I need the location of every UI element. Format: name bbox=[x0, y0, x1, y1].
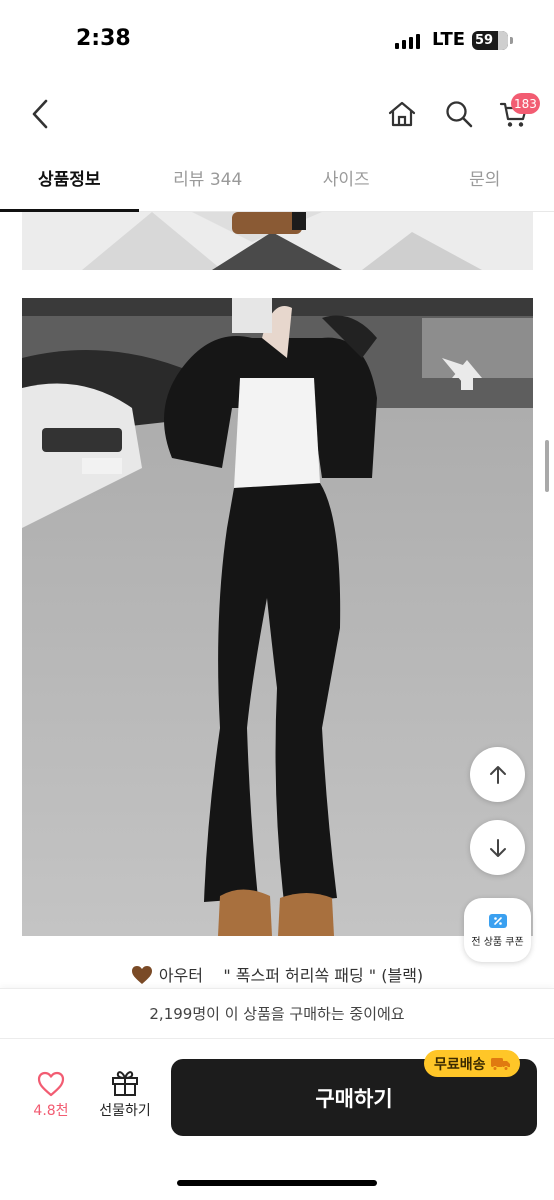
truck-icon bbox=[490, 1057, 510, 1071]
status-bar: 2:38 LTE 59 bbox=[0, 0, 554, 84]
battery-icon: 59 bbox=[472, 31, 508, 50]
cart-count-badge: 183 bbox=[511, 93, 540, 114]
like-button[interactable]: 4.8천 bbox=[24, 1071, 78, 1131]
home-button[interactable] bbox=[382, 94, 422, 134]
search-icon bbox=[446, 101, 473, 128]
status-time: 2:38 bbox=[76, 26, 131, 51]
coupon-label: 전 상품 쿠폰 bbox=[471, 936, 524, 948]
tab-size[interactable]: 사이즈 bbox=[277, 150, 416, 211]
home-icon bbox=[388, 101, 416, 127]
home-indicator[interactable] bbox=[177, 1180, 377, 1186]
product-detail-content: 아우터 " 폭스퍼 허리쏙 패딩 " (블랙) bbox=[0, 212, 554, 988]
tab-reviews[interactable]: 리뷰 344 bbox=[139, 150, 278, 211]
back-button[interactable] bbox=[22, 94, 58, 134]
caption-product-name: " 폭스퍼 허리쏙 패딩 " (블랙) bbox=[223, 966, 424, 985]
gift-icon bbox=[112, 1071, 138, 1096]
heart-icon bbox=[37, 1071, 65, 1097]
product-tabs: 상품정보 리뷰 344 사이즈 문의 bbox=[0, 150, 554, 212]
buying-now-banner: 2,199명이 이 상품을 구매하는 중이에요 bbox=[0, 988, 554, 1038]
back-chevron-icon bbox=[32, 99, 48, 129]
product-image-top bbox=[22, 212, 533, 270]
brown-heart-icon bbox=[131, 965, 153, 989]
scroll-up-button[interactable] bbox=[470, 747, 525, 802]
caption-category: 아우터 bbox=[158, 966, 203, 985]
signal-icon bbox=[395, 33, 420, 49]
top-nav bbox=[0, 84, 554, 150]
product-caption: 아우터 " 폭스퍼 허리쏙 패딩 " (블랙) bbox=[0, 962, 554, 988]
tab-inquiry[interactable]: 문의 bbox=[416, 150, 554, 211]
scroll-down-button[interactable] bbox=[470, 820, 525, 875]
gift-button[interactable]: 선물하기 bbox=[90, 1069, 160, 1131]
battery-level: 59 bbox=[475, 33, 494, 48]
network-type: LTE bbox=[432, 29, 466, 50]
like-count: 4.8천 bbox=[33, 1103, 69, 1119]
product-image-main bbox=[22, 298, 533, 936]
all-product-coupon-button[interactable]: 전 상품 쿠폰 bbox=[464, 898, 531, 962]
search-button[interactable] bbox=[439, 94, 479, 134]
scrollbar[interactable] bbox=[545, 440, 549, 492]
gift-label: 선물하기 bbox=[99, 1103, 151, 1119]
tab-product-info[interactable]: 상품정보 bbox=[0, 150, 139, 211]
free-shipping-label: 무료배송 bbox=[434, 1056, 486, 1073]
arrow-up-icon bbox=[489, 765, 506, 784]
free-shipping-badge: 무료배송 bbox=[424, 1050, 520, 1077]
coupon-icon bbox=[488, 913, 507, 928]
arrow-down-icon bbox=[489, 838, 506, 857]
